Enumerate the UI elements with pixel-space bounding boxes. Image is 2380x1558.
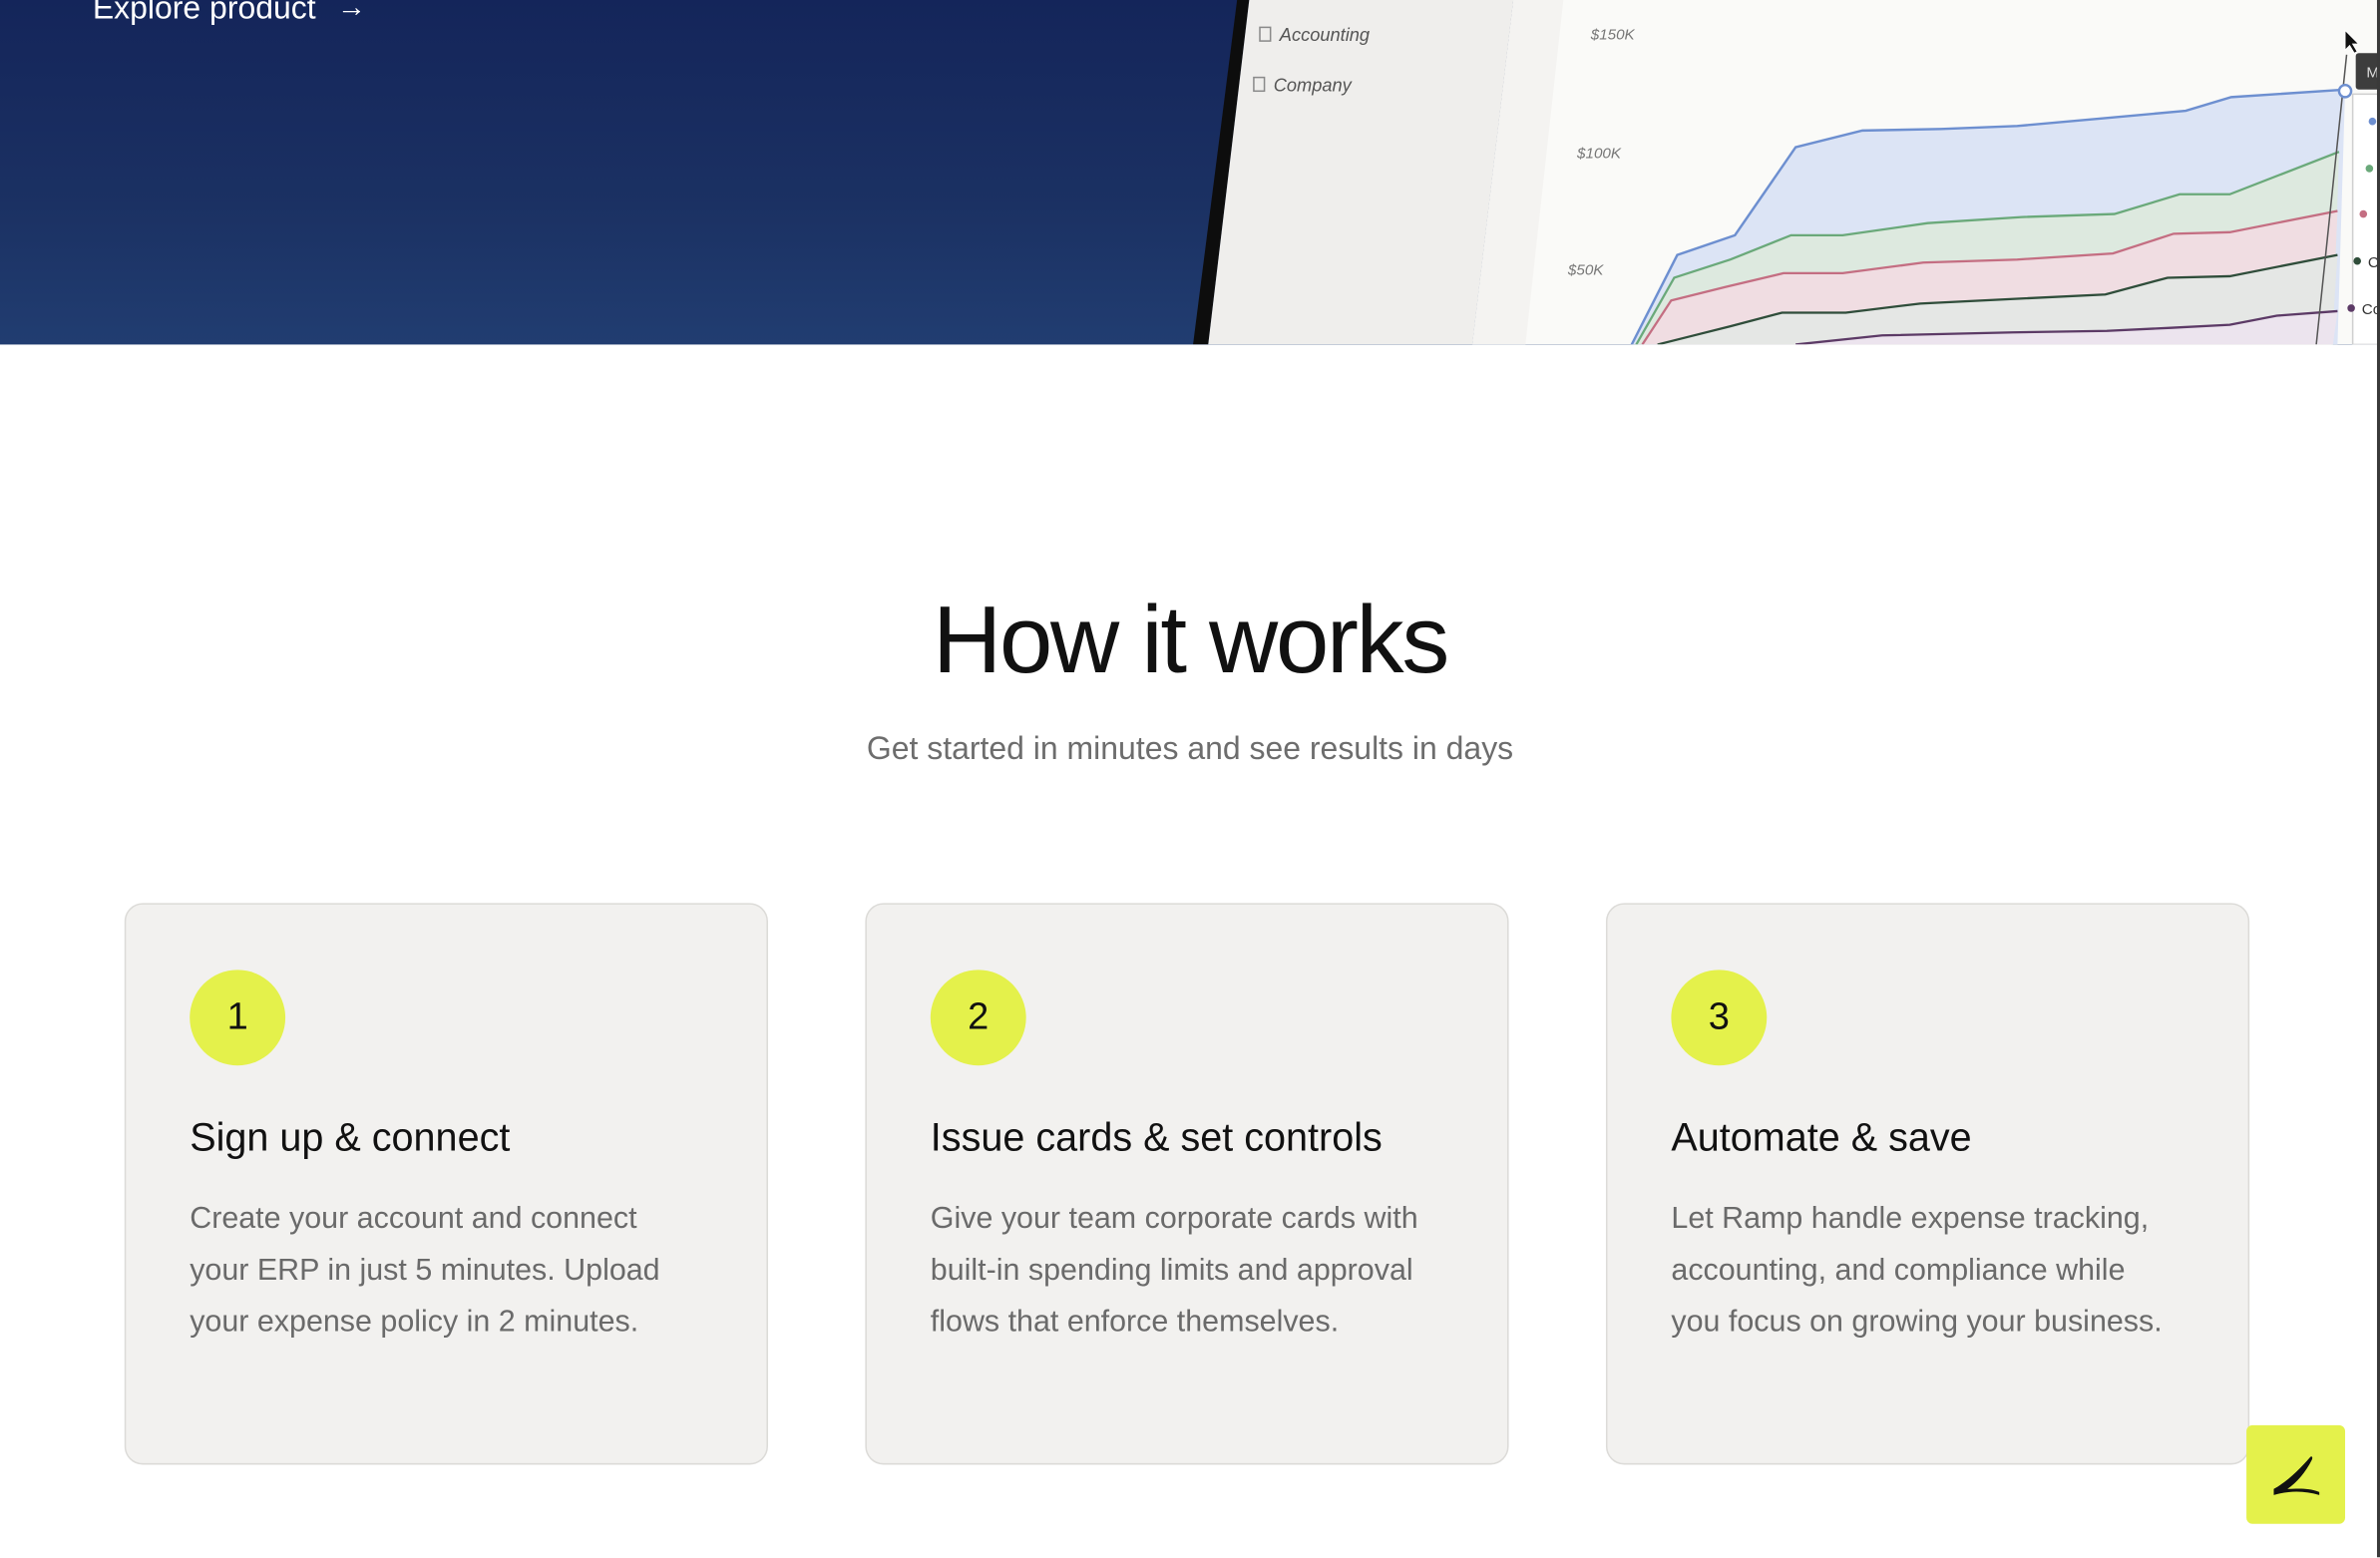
legend-dot-red: [2359, 209, 2368, 218]
step-description: Create your account and connect your ERP…: [190, 1202, 660, 1340]
step-card-2: 2 Issue cards & set controls Give your t…: [865, 903, 1509, 1465]
chart-tick-label: $100K: [1576, 145, 1622, 162]
legend-dot-green: [2365, 165, 2374, 173]
legend-dot-purple: [2347, 304, 2355, 312]
chart-hover-point: [2337, 83, 2353, 99]
app-sidebar: [1208, 0, 1514, 345]
step-number-badge: 2: [930, 970, 1026, 1066]
step-title: Issue cards & set controls: [930, 1113, 1383, 1160]
legend-dot-dark: [2353, 256, 2362, 265]
hero-banner: Explore product → Accounting Company $15…: [0, 0, 2380, 345]
section-subtitle: Get started in minutes and see results i…: [866, 731, 1514, 767]
step-number-badge: 3: [1671, 970, 1768, 1066]
sidebar-label-company: Company: [1274, 74, 1354, 95]
section-title: How it works: [933, 586, 1449, 694]
legend-dot-blue: [2368, 117, 2377, 126]
sidebar-label-accounting: Accounting: [1279, 24, 1370, 45]
chat-launcher-button[interactable]: [2246, 1424, 2346, 1524]
ramp-logo-icon: [2272, 1455, 2319, 1495]
step-card-1: 1 Sign up & connect Create your account …: [124, 903, 768, 1465]
step-description: Give your team corporate cards with buil…: [930, 1202, 1418, 1340]
step-title: Automate & save: [1671, 1113, 1972, 1160]
step-title: Sign up & connect: [190, 1113, 511, 1160]
chart-tick-label: $50K: [1567, 261, 1604, 278]
product-screenshot: Accounting Company $150K $100K $50K M C …: [1193, 0, 2380, 345]
chart-tick-label: $150K: [1590, 27, 1636, 44]
step-description: Let Ramp handle expense tracking, accoun…: [1671, 1202, 2163, 1340]
step-card-3: 3 Automate & save Let Ramp handle expens…: [1605, 903, 2250, 1465]
step-number-badge: 1: [190, 970, 286, 1066]
